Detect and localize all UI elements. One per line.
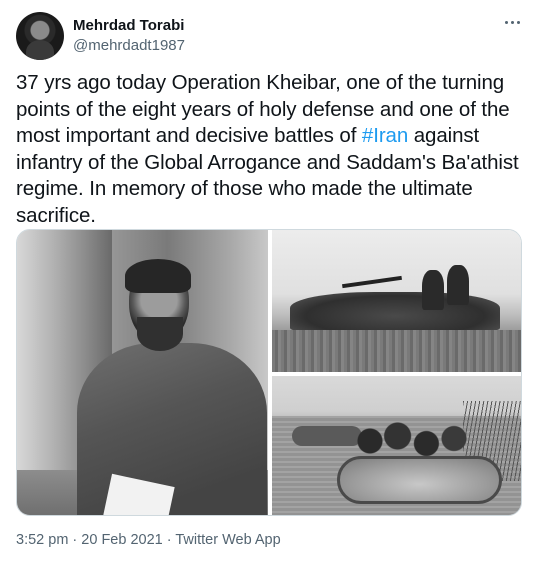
tweet-text: 37 yrs ago today Operation Kheibar, one … [16, 70, 526, 229]
more-dots-icon[interactable] [502, 12, 522, 32]
avatar[interactable] [16, 12, 64, 60]
display-name[interactable]: Mehrdad Torabi [73, 16, 185, 36]
tweet-footer: 3:52 pm · 20 Feb 2021 · Twitter Web App [16, 530, 281, 550]
separator: · [162, 532, 176, 548]
media-grid [16, 229, 522, 516]
handle[interactable]: @mehrdadt1987 [73, 36, 185, 56]
separator: · [68, 532, 82, 548]
tweet-header: Mehrdad Torabi @mehrdadt1987 [16, 12, 522, 60]
photo-detail [352, 421, 472, 471]
photo-detail [125, 259, 191, 293]
hashtag-link[interactable]: #Iran [362, 124, 408, 147]
photo-portrait[interactable] [17, 230, 268, 515]
tweet-time[interactable]: 3:52 pm [16, 532, 68, 548]
author-names[interactable]: Mehrdad Torabi @mehrdadt1987 [73, 16, 185, 56]
photo-detail [422, 270, 444, 310]
photo-machine-gun[interactable] [272, 230, 521, 372]
photo-detail [342, 275, 402, 289]
photo-detail [447, 265, 469, 305]
photo-boats[interactable] [272, 376, 521, 515]
tweet-source[interactable]: Twitter Web App [175, 532, 280, 548]
photo-detail [67, 259, 267, 515]
tweet: Mehrdad Torabi @mehrdadt1987 37 yrs ago … [0, 0, 538, 563]
photo-detail [272, 330, 521, 372]
tweet-date[interactable]: 20 Feb 2021 [81, 532, 162, 548]
photo-detail [137, 317, 183, 351]
